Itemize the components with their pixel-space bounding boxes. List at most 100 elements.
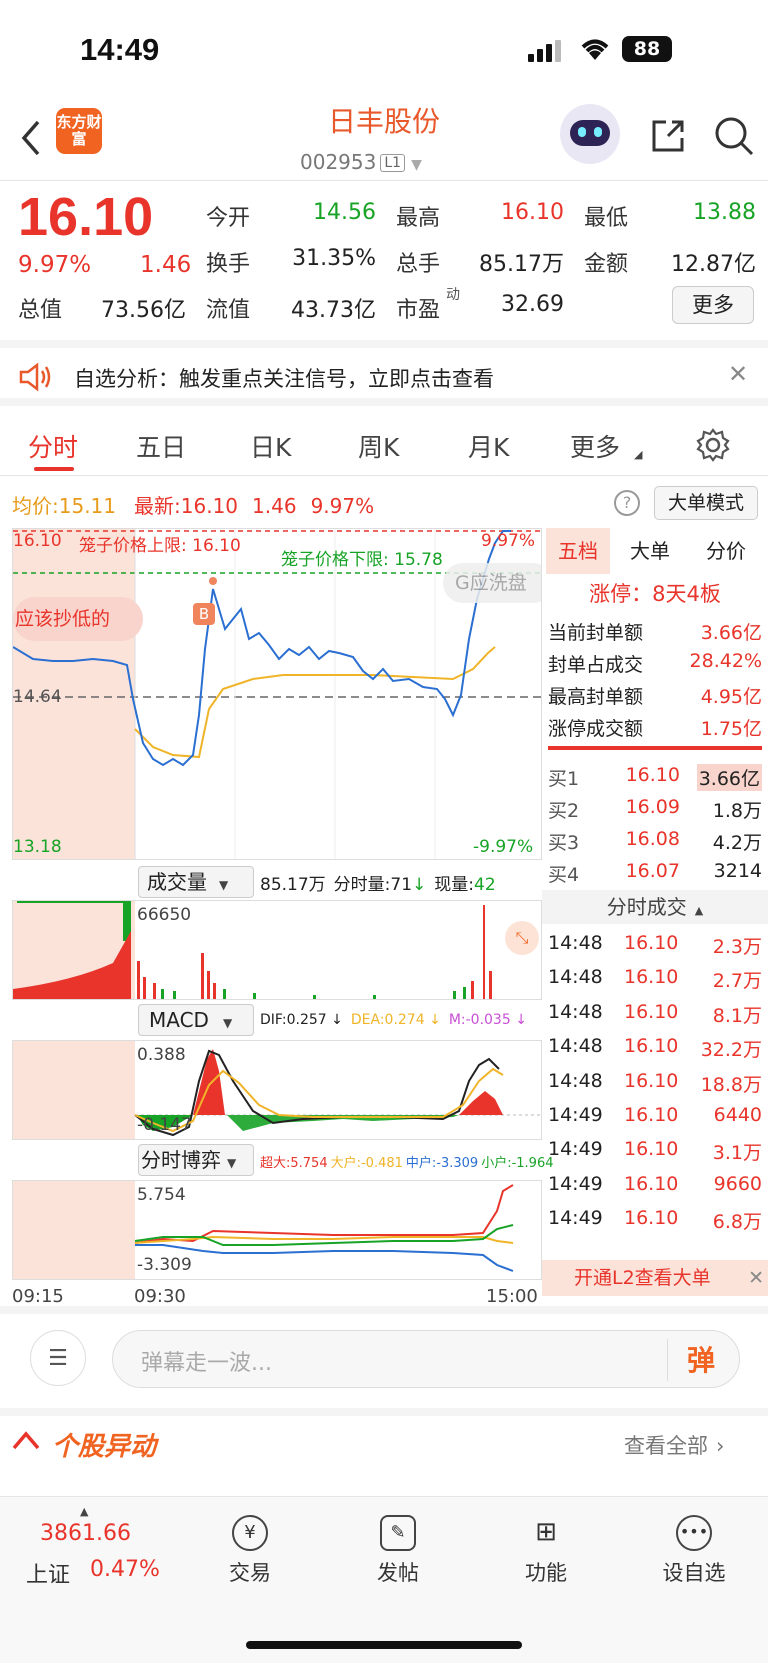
dock-trade[interactable]: ¥ 交易: [200, 1515, 300, 1587]
intraday-chart[interactable]: 16.10 笼子价格上限: 16.10 9.97% 笼子价格下限: 15.78 …: [12, 528, 542, 860]
bid-level: 买1: [548, 768, 580, 790]
speaker-icon: [18, 362, 52, 396]
seal-stat-value: 4.95亿: [700, 686, 762, 708]
bid-row[interactable]: 买2 16.09 1.8万: [542, 792, 768, 824]
volume-total: 85.17万: [260, 875, 326, 895]
expand-icon[interactable]: ⤡: [505, 921, 539, 955]
grid-icon: ⊞: [535, 1517, 557, 1547]
big-order-mode-button[interactable]: 大单模式: [654, 486, 758, 520]
tab-monthly-k[interactable]: 月K: [468, 428, 509, 464]
quote-open-label: 今开: [206, 206, 251, 231]
caret-down-icon: ▼: [219, 878, 229, 892]
chart-bottom-price: 13.18: [13, 837, 62, 857]
cage-upper-limit: 笼子价格上限: 16.10: [79, 536, 241, 556]
tab-more[interactable]: 更多: [570, 428, 620, 464]
triangle-icon: ◢: [634, 448, 643, 461]
tab-five-day[interactable]: 五日: [136, 428, 186, 464]
bottom-dock: ▲ 3861.66 上证 0.47% ¥ 交易 ✎ 发帖 ⊞ 功能 ••• 设自选: [0, 1496, 768, 1663]
volume-chart[interactable]: 66650 ⤡: [12, 900, 542, 1000]
price-info-line: 均价:15.11 最新:16.10 1.46 9.97%: [12, 490, 374, 519]
seal-stat-row: 当前封单额 3.66亿: [542, 614, 768, 646]
drawing-tag[interactable]: 应该抄低的: [13, 597, 143, 641]
analysis-banner[interactable]: 自选分析：触发重点关注信号，立即点击查看 ✕: [0, 340, 768, 406]
game-chart[interactable]: 5.754 -3.309: [12, 1180, 542, 1280]
signal-chip-text: G应洗盘: [455, 572, 527, 594]
robot-avatar[interactable]: [560, 104, 620, 164]
close-icon[interactable]: ✕: [728, 360, 748, 388]
tab-daily-k[interactable]: 日K: [250, 428, 291, 464]
bid-price: 16.09: [625, 796, 680, 818]
dock-watchlist[interactable]: ••• 设自选: [644, 1515, 744, 1587]
avg-value: 15.11: [58, 494, 117, 518]
quote-low-label: 最低: [584, 206, 629, 231]
volume-dropdown[interactable]: 成交量 ▼: [138, 866, 254, 898]
view-all-link[interactable]: 查看全部 ›: [624, 1430, 724, 1460]
danmaku-settings-icon[interactable]: ☰: [30, 1330, 86, 1386]
quote-float-cap-label: 流值: [206, 298, 251, 323]
danmaku-send-button[interactable]: 弹: [687, 1339, 715, 1379]
index-name: 上证: [26, 1563, 71, 1588]
ticks-header[interactable]: 分时成交 ▲: [542, 890, 768, 924]
tab-price-dist-label: 分价: [706, 539, 746, 563]
signal-chip[interactable]: G应洗盘: [443, 563, 541, 603]
tick-volume: 3.1万: [712, 1142, 762, 1165]
comment-input[interactable]: 弹幕走一波... 弹: [112, 1330, 740, 1388]
more-button[interactable]: 更多: [672, 286, 754, 324]
dock-post[interactable]: ✎ 发帖: [348, 1515, 448, 1587]
chevron-up-icon[interactable]: [12, 1428, 40, 1458]
help-icon[interactable]: ?: [614, 490, 640, 516]
bid-level: 买3: [548, 832, 580, 854]
chart-bottom-pct: -9.97%: [473, 837, 534, 857]
bid-volume: 4.2万: [712, 832, 762, 854]
battery-icon: 88: [622, 36, 672, 62]
stock-code[interactable]: 002953 L1 ▼: [300, 150, 422, 174]
tab-big-orders[interactable]: 大单: [630, 528, 670, 574]
more-label: 更多: [692, 293, 734, 317]
seal-stat-value: 28.42%: [689, 650, 762, 672]
time-axis-open: 09:30: [134, 1286, 186, 1307]
tick-row: 14:48 16.10 2.3万: [542, 928, 768, 960]
tick-volume: 32.2万: [700, 1039, 762, 1062]
tab-five-levels[interactable]: 五档: [546, 528, 610, 574]
tab-weekly-k[interactable]: 周K: [358, 428, 399, 464]
game-large: 大户:-0.481: [330, 1156, 403, 1171]
share-icon[interactable]: [648, 116, 688, 160]
dock-watchlist-label: 设自选: [662, 1561, 726, 1585]
tick-time: 14:49: [548, 1138, 603, 1161]
index-widget[interactable]: ▲ 3861.66 上证 0.47%: [20, 1505, 170, 1595]
bid-price: 16.07: [625, 860, 680, 882]
macd-chart[interactable]: 0.388 -0.147: [12, 1040, 542, 1140]
game-dropdown[interactable]: 分时博弈 ▼: [138, 1144, 254, 1176]
game-medium: 中户:-3.309: [405, 1156, 479, 1171]
drawing-tag-text: 应该抄低的: [15, 608, 111, 630]
macd-values: DIF:0.257 ↓ DEA:0.274 ↓ M:-0.035 ↓: [260, 1012, 527, 1028]
status-time: 14:49: [80, 32, 160, 67]
quote-amount-value: 12.87亿: [671, 252, 756, 277]
tick-row: 14:48 16.10 32.2万: [542, 1031, 768, 1063]
l2-promo[interactable]: 开通L2查看大单 ✕: [542, 1260, 768, 1296]
bid-row[interactable]: 买4 16.07 3214: [542, 856, 768, 888]
seal-stat-row: 最高封单额 4.95亿: [542, 678, 768, 710]
info-change: 1.46: [252, 494, 297, 518]
stock-code-text: 002953: [300, 150, 377, 174]
close-icon[interactable]: ✕: [748, 1260, 764, 1296]
bid-price: 16.08: [625, 828, 680, 850]
macd-dropdown[interactable]: MACD ▼: [138, 1004, 254, 1036]
game-values: 超大:5.754 大户:-0.481 中户:-3.309 小户:-1.964: [260, 1152, 554, 1171]
tab-price-dist[interactable]: 分价: [706, 528, 746, 574]
quote-volume-label: 总手: [396, 252, 441, 277]
tab-intraday[interactable]: 分时: [28, 428, 78, 464]
search-icon[interactable]: [712, 114, 756, 162]
macd-label: MACD: [149, 1008, 209, 1032]
tick-volume: 2.3万: [712, 936, 762, 958]
new-value: 16.10: [180, 494, 239, 518]
bid-row[interactable]: 买3 16.08 4.2万: [542, 824, 768, 856]
buy-marker-text: B: [198, 605, 210, 623]
avg-label: 均价:: [12, 494, 59, 518]
total-cap-label: 总值: [18, 298, 63, 323]
gear-icon[interactable]: [696, 428, 730, 466]
now-volume-value: 42: [474, 875, 496, 895]
dock-functions[interactable]: ⊞ 功能: [496, 1515, 596, 1587]
bid-row[interactable]: 买1 16.10 3.66亿: [542, 760, 768, 792]
more-dots-icon: •••: [676, 1515, 712, 1551]
